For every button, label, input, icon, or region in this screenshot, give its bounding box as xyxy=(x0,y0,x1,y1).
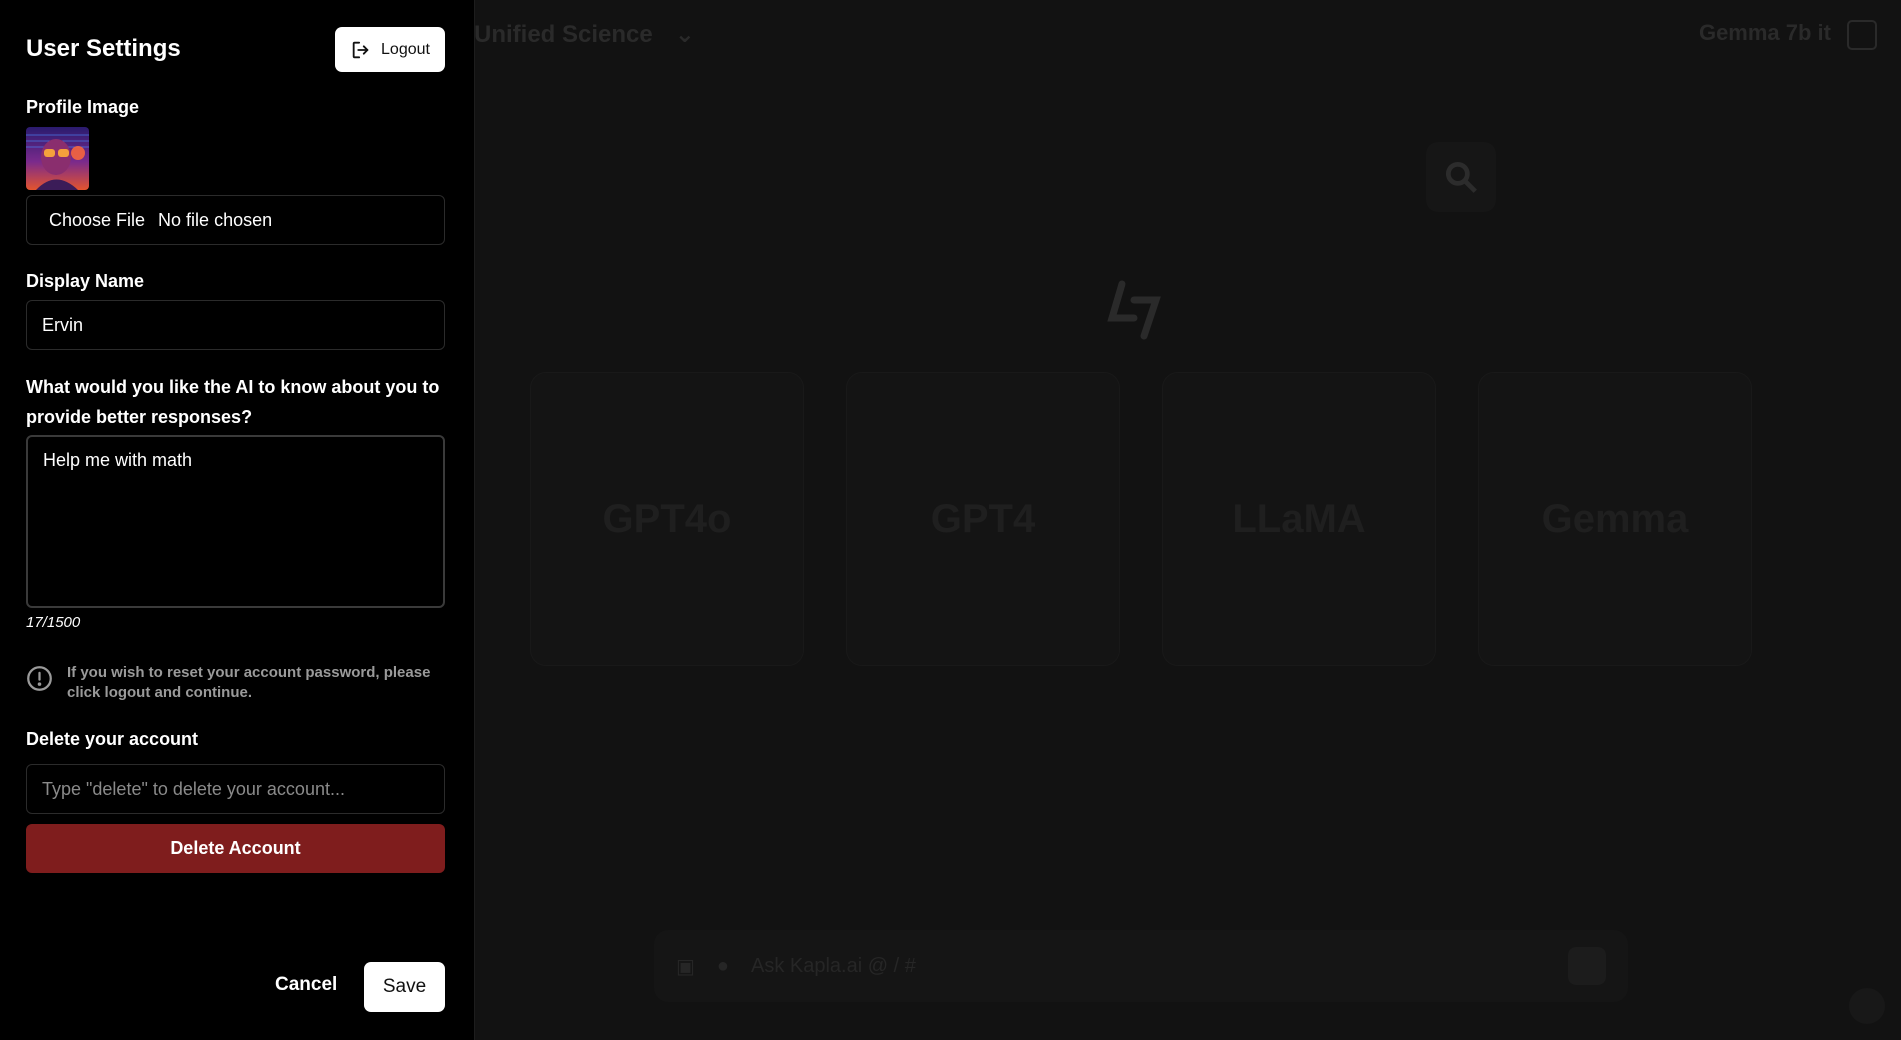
chat-input-bar: ▣ ● Ask Kapla.ai @ / # xyxy=(654,930,1628,1002)
display-name-label: Display Name xyxy=(26,271,145,291)
character-counter: 17/1500 xyxy=(26,614,81,631)
panel-title: User Settings xyxy=(26,35,181,62)
logout-button[interactable]: Logout xyxy=(335,27,445,72)
search-tile xyxy=(1426,142,1496,212)
model-card: LLaMA xyxy=(1162,372,1436,666)
file-status: No file chosen xyxy=(158,209,273,230)
about-you-textarea[interactable]: Help me with math xyxy=(26,435,445,608)
delete-account-label: Delete your account xyxy=(26,729,199,749)
delete-confirm-field[interactable] xyxy=(26,764,445,814)
image-icon: ▣ xyxy=(676,955,695,978)
save-button[interactable]: Save xyxy=(364,962,445,1012)
logout-icon xyxy=(352,41,369,58)
header-model-name: Gemma 7b it xyxy=(1698,20,1831,45)
delete-account-button[interactable]: Delete Account xyxy=(26,824,445,873)
model-card: GPT4 xyxy=(846,372,1120,666)
model-selector-label: Unified Science xyxy=(474,20,653,48)
choose-file-button[interactable]: Choose File xyxy=(49,210,145,231)
cancel-button[interactable]: Cancel xyxy=(275,974,337,996)
profile-image-file-input[interactable]: Choose File No file chosen xyxy=(26,195,445,245)
search-icon xyxy=(1445,161,1477,193)
app-logo-icon xyxy=(1107,280,1161,340)
chevron-down-icon: ⌄ xyxy=(674,21,695,48)
sidebar-toggle-icon xyxy=(1847,20,1877,50)
about-question-label: What would you like the AI to know about… xyxy=(26,377,440,427)
password-notice-text: If you wish to reset your account passwo… xyxy=(67,664,431,701)
model-cards: GPT4o GPT4 LLaMA Gemma xyxy=(530,372,1752,666)
send-icon xyxy=(1568,947,1606,985)
display-name-field[interactable] xyxy=(26,300,445,350)
alert-circle-icon xyxy=(27,666,52,691)
microphone-icon: ● xyxy=(716,954,729,977)
model-selector: Unified Science ⌄ xyxy=(474,20,695,49)
model-card: GPT4o xyxy=(530,372,804,666)
logout-label: Logout xyxy=(381,40,430,58)
profile-image-label: Profile Image xyxy=(26,97,140,117)
user-settings-panel: User Settings Logout Profile Image Choos… xyxy=(0,0,475,1040)
password-notice: If you wish to reset your account passwo… xyxy=(26,663,446,703)
help-icon xyxy=(1849,988,1885,1024)
avatar[interactable] xyxy=(26,127,89,190)
model-card: Gemma xyxy=(1478,372,1752,666)
chat-input-placeholder: Ask Kapla.ai @ / # xyxy=(751,954,916,977)
